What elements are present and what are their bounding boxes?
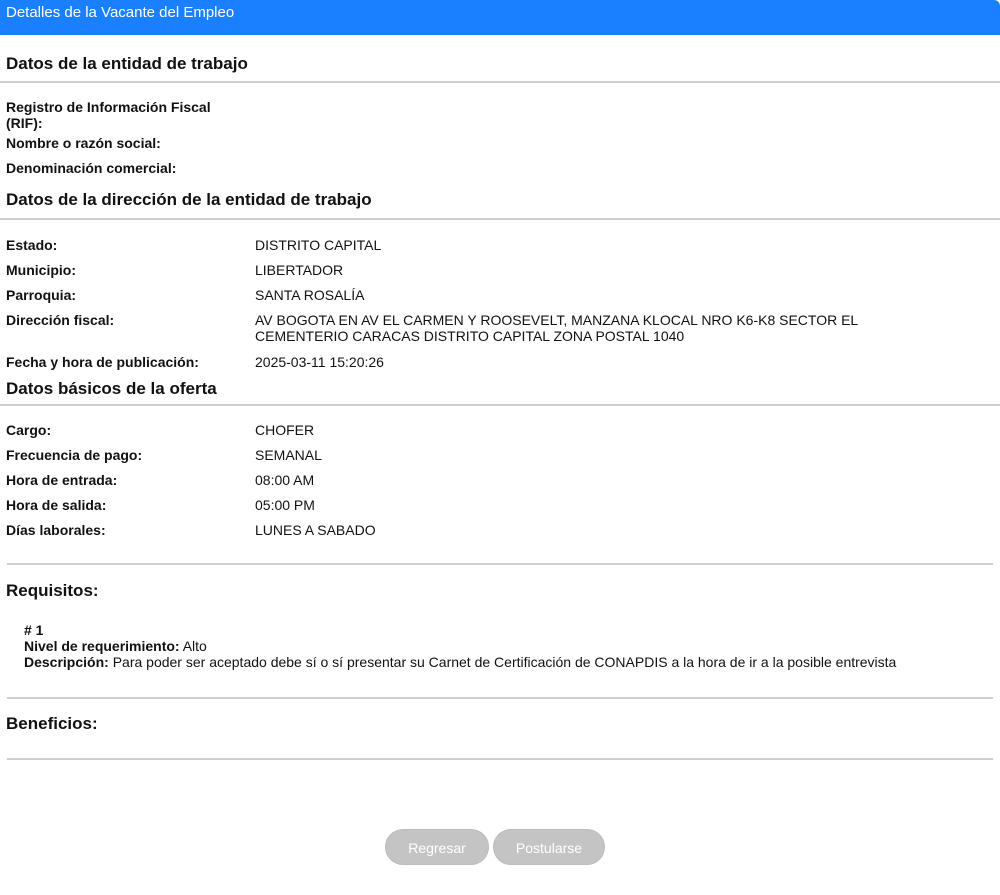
section-header-requirements: Requisitos: [6, 581, 99, 600]
field-entrada: Hora de entrada: 08:00 AM [0, 472, 1000, 497]
field-dias: Días laborales: LUNES A SABADO [0, 522, 1000, 547]
requirement-level-value: Alto [182, 638, 207, 654]
salida-label: Hora de salida: [6, 497, 107, 513]
cargo-label: Cargo: [6, 422, 52, 438]
fecha-value: 2025-03-11 15:20:26 [255, 354, 384, 370]
field-salida: Hora de salida: 05:00 PM [0, 497, 1000, 522]
field-estado: Estado: DISTRITO CAPITAL [0, 237, 1000, 262]
field-direccion: Dirección fiscal: AV BOGOTA EN AV EL CAR… [0, 312, 1000, 354]
estado-value: DISTRITO CAPITAL [255, 237, 382, 253]
section-header-benefits: Beneficios: [6, 714, 98, 733]
requirement-level-label: Nivel de requerimiento: [24, 638, 180, 654]
dias-label: Días laborales: [6, 522, 106, 538]
direccion-value: AV BOGOTA EN AV EL CARMEN Y ROOSEVELT, M… [255, 312, 858, 344]
requirement-description-value: Para poder ser aceptado debe sí o sí pre… [112, 654, 897, 670]
field-fecha: Fecha y hora de publicación: 2025-03-11 … [0, 354, 1000, 379]
name-label: Nombre o razón social: [6, 135, 161, 151]
field-rif: Registro de Información Fiscal (RIF): [0, 99, 1000, 135]
window-title: Detalles de la Vacante del Empleo [0, 0, 1000, 35]
section-header-address: Datos de la dirección de la entidad de t… [0, 189, 1000, 220]
commercial-label: Denominación comercial: [6, 160, 177, 176]
estado-label: Estado: [6, 237, 58, 253]
field-parroquia: Parroquia: SANTA ROSALÍA [0, 287, 1000, 312]
frecuencia-value: SEMANAL [255, 447, 322, 463]
field-frecuencia: Frecuencia de pago: SEMANAL [0, 447, 1000, 472]
cargo-value: CHOFER [255, 422, 315, 438]
frecuencia-label: Frecuencia de pago: [6, 447, 143, 463]
municipio-value: LIBERTADOR [255, 262, 344, 278]
field-municipio: Municipio: LIBERTADOR [0, 262, 1000, 287]
requirement-description-label: Descripción: [24, 654, 109, 670]
requirement-number: # 1 [24, 622, 44, 638]
salida-value: 05:00 PM [255, 497, 315, 513]
dias-value: LUNES A SABADO [255, 522, 376, 538]
divider [7, 758, 993, 760]
apply-button[interactable]: Postularse [493, 829, 605, 865]
field-commercial: Denominación comercial: [0, 160, 1000, 185]
back-button[interactable]: Regresar [385, 829, 489, 865]
fecha-label: Fecha y hora de publicación: [6, 354, 199, 370]
municipio-label: Municipio: [6, 262, 76, 278]
field-name: Nombre o razón social: [0, 135, 1000, 160]
direccion-label: Dirección fiscal: [6, 312, 115, 328]
parroquia-label: Parroquia: [6, 287, 77, 303]
entrada-label: Hora de entrada: [6, 472, 118, 488]
field-cargo: Cargo: CHOFER [0, 422, 1000, 447]
section-header-offer: Datos básicos de la oferta [0, 379, 1000, 406]
entrada-value: 08:00 AM [255, 472, 315, 488]
parroquia-value: SANTA ROSALÍA [255, 287, 365, 303]
rif-label: Registro de Información Fiscal (RIF): [6, 99, 211, 131]
requirement-item: # 1 Nivel de requerimiento: Alto Descrip… [0, 622, 1000, 670]
section-header-entity: Datos de la entidad de trabajo [0, 53, 1000, 83]
